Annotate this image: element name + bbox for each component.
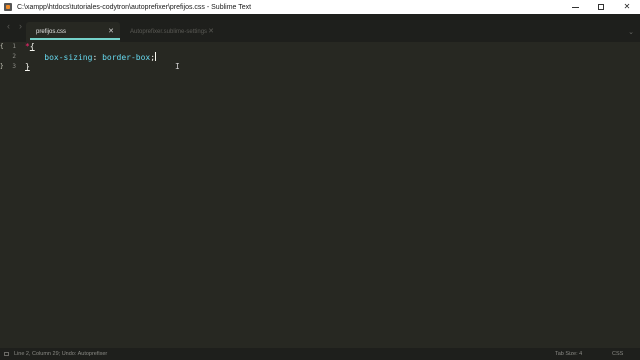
css-property: box-sizing — [44, 53, 93, 62]
tab-list-dropdown-icon[interactable]: ⌄ — [628, 28, 634, 36]
colon: : — [92, 53, 103, 62]
code-line-3: } — [25, 62, 30, 72]
line-number: 3 — [12, 63, 16, 70]
active-tab-indicator — [30, 38, 120, 40]
close-button[interactable]: ✕ — [614, 0, 640, 14]
window-title: C:\xampp\htdocs\tutoriales-codytron\auto… — [17, 3, 252, 11]
text-caret — [155, 52, 157, 61]
line-number: 2 — [12, 53, 16, 60]
fold-marker[interactable]: { — [0, 43, 4, 50]
line-number: 1 — [12, 43, 16, 50]
minimize-icon — [571, 6, 579, 8]
tab-label: prefijos.css — [36, 29, 67, 35]
tab-size-indicator[interactable]: Tab Size: 4 — [555, 351, 582, 357]
close-icon: ✕ — [623, 2, 631, 11]
close-brace: } — [25, 62, 30, 71]
open-brace: { — [29, 42, 35, 51]
cursor-position-status: Line 2, Column 29; Undo: Autoprefixer — [14, 351, 108, 357]
code-line-2: box-sizing: border-box; — [25, 52, 157, 63]
code-editor[interactable]: { 1 2 } 3 *{ box-sizing: border-box; } I — [0, 42, 640, 348]
tab-close-icon[interactable]: ✕ — [208, 28, 214, 35]
title-bar: C:\xampp\htdocs\tutoriales-codytron\auto… — [0, 0, 640, 14]
back-arrow-icon[interactable]: ‹ — [7, 22, 10, 31]
window-controls: ✕ — [562, 0, 640, 14]
code-line-1: *{ — [25, 42, 35, 52]
mouse-ibeam-cursor-icon: I — [175, 62, 180, 71]
tab-label: Autoprefixer.sublime-settings — [130, 29, 208, 35]
tab-autoprefixer-settings[interactable]: Autoprefixer.sublime-settings ✕ — [120, 22, 220, 42]
line-number-gutter: { 1 2 } 3 — [0, 42, 22, 348]
fold-marker[interactable]: } — [0, 63, 4, 70]
minimize-button[interactable] — [562, 0, 588, 14]
tab-close-icon[interactable]: ✕ — [108, 28, 114, 35]
status-bar: Line 2, Column 29; Undo: Autoprefixer Ta… — [0, 348, 640, 360]
maximize-button[interactable] — [588, 0, 614, 14]
sublime-app-icon — [4, 3, 12, 11]
css-value: border-box — [102, 53, 151, 62]
forward-arrow-icon[interactable]: › — [19, 22, 22, 31]
maximize-icon — [598, 4, 604, 10]
panel-toggle-icon[interactable] — [4, 352, 9, 356]
syntax-indicator[interactable]: CSS — [612, 351, 623, 357]
